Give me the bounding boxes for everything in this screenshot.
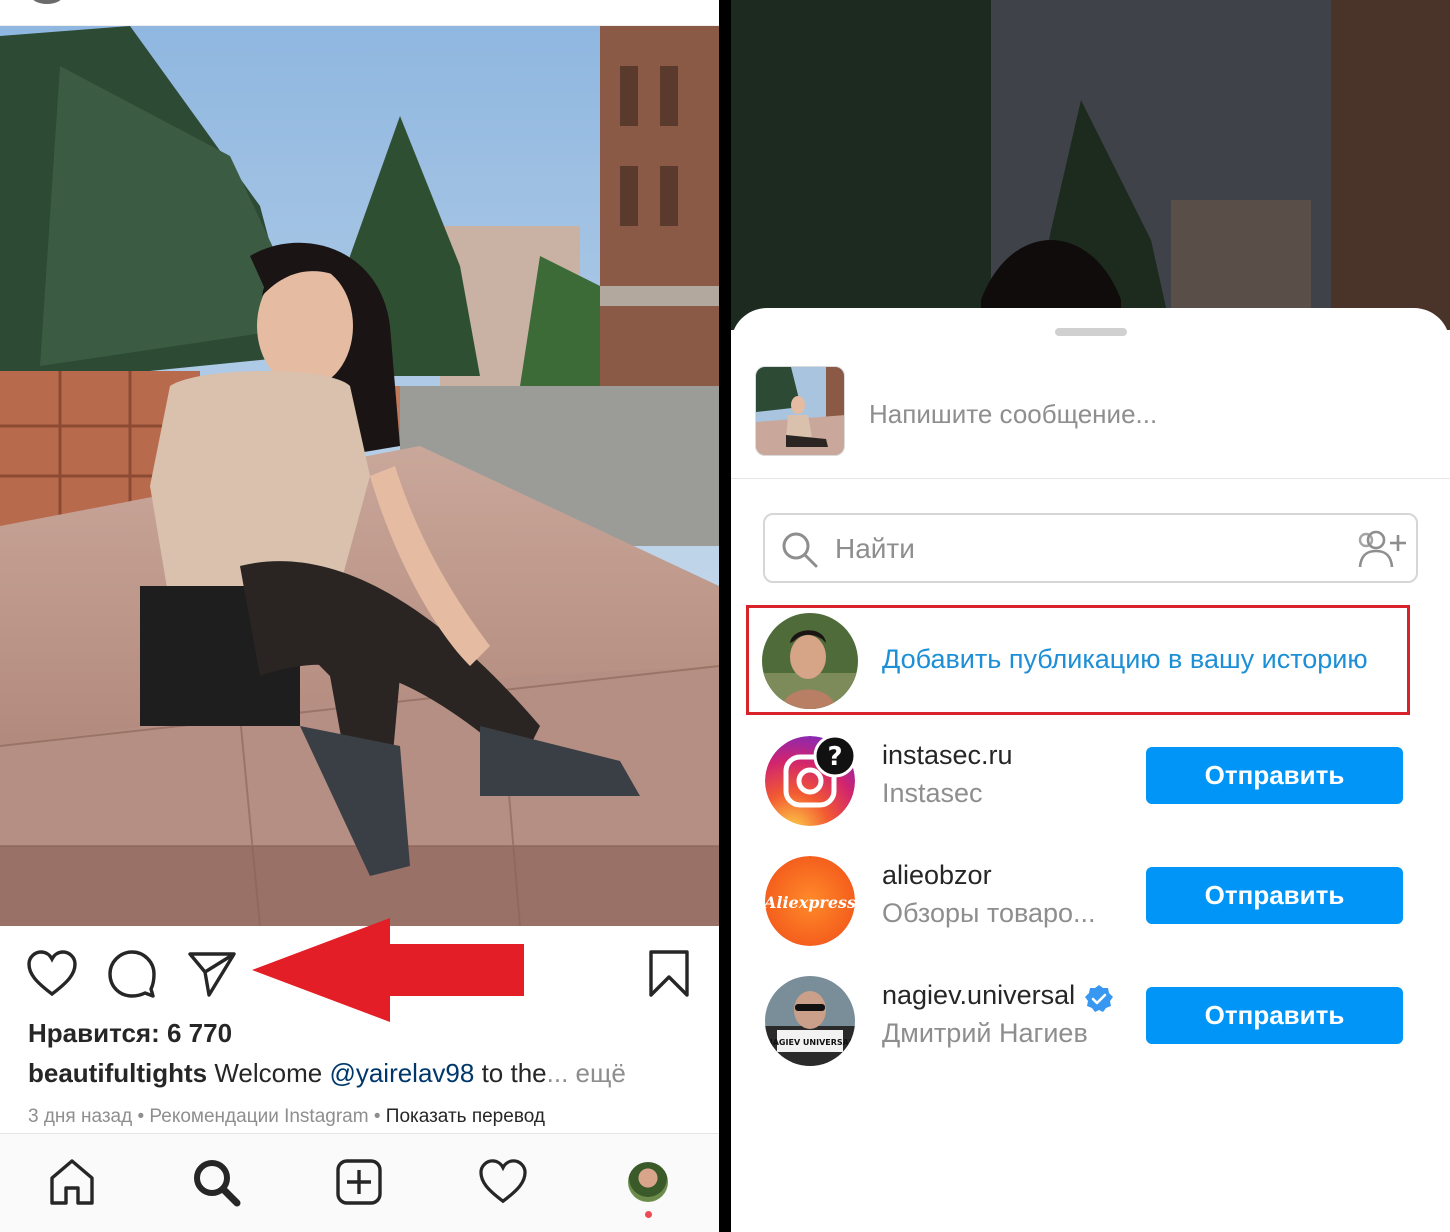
search-input[interactable] [835,531,1335,567]
home-icon[interactable] [44,1154,100,1210]
my-story-avatar [762,613,858,709]
caption-text-start: Welcome [207,1058,330,1088]
meta-dot: • [132,1106,150,1127]
activity-icon[interactable] [475,1154,531,1210]
likes-count[interactable]: Нравится: 6 770 [28,1018,232,1049]
contact-username: nagiev.universal [882,980,1076,1010]
post-header [0,0,719,26]
search-field[interactable] [763,513,1418,583]
profile-avatar-image [628,1162,668,1202]
post-thumbnail [755,366,845,456]
post-author-avatar[interactable] [30,0,64,4]
add-to-story-label: Добавить публикацию в вашу историю [882,644,1368,674]
dimmed-post-photo[interactable] [731,0,1450,330]
caption-text-end: to the [474,1058,547,1088]
profile-avatar[interactable] [620,1154,676,1210]
contact-fullname: Instasec [882,778,983,808]
caption-mention[interactable]: @yairelav98 [329,1058,474,1088]
post-photo[interactable] [0,26,719,926]
bookmark-icon[interactable] [641,946,697,1002]
contact-row: NAGIEV UNIVERSAL nagiev.universal Дмитри… [731,976,1450,1076]
add-people-icon[interactable] [1356,527,1408,571]
contact-username: alieobzor [882,860,992,890]
sign-text: NAGIEV UNIVERSAL [766,1038,854,1047]
nagiev-avatar: NAGIEV UNIVERSAL [765,976,855,1066]
send-button[interactable]: Отправить [1146,987,1403,1044]
red-arrow [252,918,524,1022]
post-caption: beautifultights Welcome @yairelav98 to t… [28,1058,626,1089]
add-to-story-row[interactable]: Добавить публикацию в вашу историю [746,605,1410,715]
panel-separator [719,0,731,1232]
send-button[interactable]: Отправить [1146,867,1403,924]
sheet-drag-handle[interactable] [1055,328,1127,336]
svg-text:?: ? [827,742,842,772]
aliexpress-avatar: Aliexpress [765,856,855,946]
show-translation-link[interactable]: Показать перевод [386,1106,545,1127]
heart-icon[interactable] [24,946,80,1002]
search-icon [782,532,818,568]
contact-fullname: Дмитрий Нагиев [882,1018,1088,1048]
comment-icon[interactable] [104,946,160,1002]
post-time: 3 дня назад [28,1106,133,1127]
caption-ellipsis: ... [546,1058,569,1088]
contact-username: instasec.ru [882,740,1013,770]
contact-row: Aliexpress alieobzor Обзоры товаро... От… [731,856,1450,956]
message-input[interactable] [869,394,1429,434]
search-icon[interactable] [188,1154,244,1210]
contact-fullname: Обзоры товаро... [882,898,1096,928]
caption-username[interactable]: beautifultights [28,1058,207,1088]
notification-dot [645,1211,652,1218]
question-badge-icon: ? [813,734,857,778]
aliexpress-logo-text: Aliexpress [765,893,855,912]
caption-more-link[interactable]: ещё [568,1058,626,1088]
send-button[interactable]: Отправить [1146,747,1403,804]
paper-plane-icon[interactable] [184,946,240,1002]
contact-row: ? instasec.ru Instasec Отправить [731,734,1450,836]
new-post-icon[interactable] [331,1154,387,1210]
sheet-divider [731,478,1450,479]
post-meta: 3 дня назад • Рекомендации Instagram • П… [28,1106,545,1128]
share-bottom-sheet: Добавить публикацию в вашу историю ? ins… [731,308,1450,1232]
meta-dot: • [368,1106,386,1127]
post-view: Нравится: 6 770 beautifultights Welcome … [0,0,719,1232]
verified-badge-icon [1085,985,1113,1012]
post-source: Рекомендации Instagram [149,1106,369,1127]
bottom-tab-bar [0,1133,719,1232]
share-sheet-view: Добавить публикацию в вашу историю ? ins… [731,0,1450,1232]
